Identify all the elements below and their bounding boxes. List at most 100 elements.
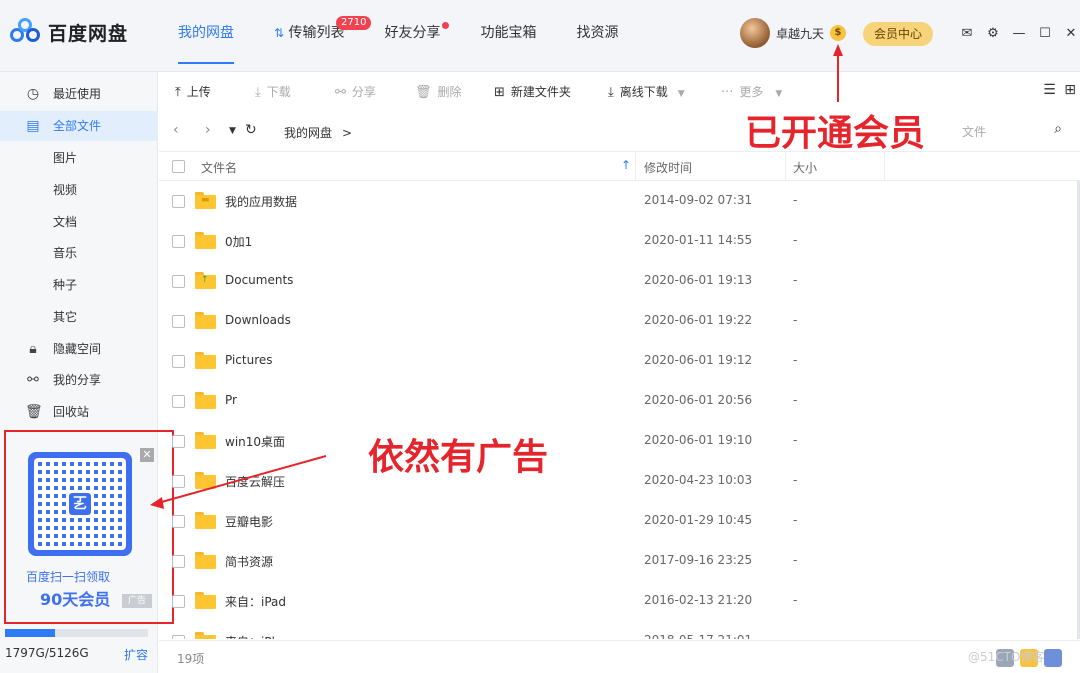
more-button[interactable]: ··· 更多 ▼ — [721, 83, 782, 100]
folder-icon — [195, 592, 216, 609]
search-icon[interactable]: ⌕ — [1054, 121, 1062, 137]
table-row[interactable]: 来自：iPad 2016-02-13 21:20 - — [159, 581, 1077, 621]
delete-button[interactable]: 🗑︎ 删除 — [415, 83, 462, 100]
sidebar-item-recycle-bin[interactable]: 🗑︎ 回收站 — [0, 397, 158, 427]
file-name[interactable]: 简书资源 — [225, 553, 273, 570]
ad-close-icon[interactable]: ✕ — [140, 448, 154, 462]
history-dropdown-icon[interactable]: ▼ — [229, 126, 236, 136]
row-checkbox[interactable] — [172, 315, 185, 328]
chat-icon[interactable] — [1044, 649, 1062, 667]
table-row[interactable]: ▬ 我的应用数据 2014-09-02 07:31 - — [159, 181, 1077, 221]
grid-view-icon[interactable]: ⊞ — [1064, 82, 1076, 98]
new-folder-button[interactable]: ⊞ 新建文件夹 — [494, 83, 571, 100]
table-row[interactable]: 0加1 2020-01-11 14:55 - — [159, 221, 1077, 261]
mail-icon[interactable]: ✉ — [955, 24, 979, 44]
folder-icon — [195, 432, 216, 449]
column-divider[interactable] — [785, 152, 786, 180]
table-row[interactable]: Downloads 2020-06-01 19:22 - — [159, 301, 1077, 341]
file-modified-time: 2020-06-01 19:10 — [644, 433, 753, 447]
file-name[interactable]: Documents — [225, 273, 293, 287]
sidebar-item-documents[interactable]: 文档 — [0, 207, 158, 237]
row-checkbox[interactable] — [172, 275, 185, 288]
share-button[interactable]: ⚯ 分享 — [335, 83, 376, 100]
table-row[interactable]: 简书资源 2017-09-16 23:25 - — [159, 541, 1077, 581]
table-row[interactable]: 豆瓣电影 2020-01-29 10:45 - — [159, 501, 1077, 541]
table-row[interactable]: win10桌面 2020-06-01 19:10 - — [159, 421, 1077, 461]
nav-transfer-list[interactable]: ⇅ 传输列表 2710 — [266, 0, 372, 72]
sidebar-item-my-shares[interactable]: ⚯ 我的分享 — [0, 365, 158, 395]
sidebar-item-other[interactable]: 其它 — [0, 302, 158, 332]
row-checkbox[interactable] — [172, 395, 185, 408]
table-row[interactable]: ↑ Documents 2020-06-01 19:13 - — [159, 261, 1077, 301]
file-name[interactable]: 百度云解压 — [225, 473, 285, 490]
file-modified-time: 2020-06-01 19:12 — [644, 353, 753, 367]
download-button[interactable]: ⤓ 下载 — [255, 83, 291, 100]
sidebar-item-hidden-space[interactable]: 🔒︎ 隐藏空间 — [0, 334, 158, 364]
sidebar-item-recent[interactable]: ◷ 最近使用 — [0, 79, 158, 109]
sidebar-item-label: 隐藏空间 — [53, 342, 102, 356]
sort-list-icon[interactable]: ☰ — [1043, 82, 1056, 98]
folder-icon — [195, 472, 216, 489]
breadcrumb[interactable]: 我的网盘 > — [284, 124, 352, 141]
file-modified-time: 2020-01-11 14:55 — [644, 233, 753, 247]
sidebar-item-torrents[interactable]: 种子 — [0, 270, 158, 300]
select-all-checkbox[interactable] — [172, 160, 185, 173]
column-modified[interactable]: 修改时间 — [644, 159, 692, 176]
column-size[interactable]: 大小 — [793, 159, 817, 176]
maximize-icon[interactable]: ☐ — [1033, 24, 1057, 44]
row-checkbox[interactable] — [172, 435, 185, 448]
row-checkbox[interactable] — [172, 635, 185, 639]
row-checkbox[interactable] — [172, 555, 185, 568]
nav-my-disk[interactable]: 我的网盘 — [170, 0, 242, 72]
nav-friend-share[interactable]: 好友分享 — [377, 0, 449, 72]
file-name[interactable]: 豆瓣电影 — [225, 513, 273, 530]
column-divider[interactable] — [635, 152, 636, 180]
user-info[interactable]: 卓越九天 $ — [740, 18, 847, 48]
avatar[interactable] — [740, 18, 770, 48]
table-row[interactable]: 来自：iPhone 2018-05-17 21:01 - — [159, 621, 1077, 639]
table-row[interactable]: Pr 2020-06-01 20:56 - — [159, 381, 1077, 421]
back-icon[interactable]: ‹ — [173, 122, 179, 138]
vip-center-button[interactable]: 会员中心 — [863, 22, 933, 46]
search-input[interactable]: 文件 ⌕ — [924, 118, 1074, 144]
nav-toolbox[interactable]: 功能宝箱 — [473, 0, 545, 72]
row-checkbox[interactable] — [172, 235, 185, 248]
ad-banner[interactable]: 㐉 ✕ 百度扫一扫领取 90天会员 广告 — [4, 430, 174, 624]
sidebar-item-music[interactable]: 音乐 — [0, 238, 158, 268]
file-name[interactable]: 来自：iPad — [225, 593, 286, 610]
chevron-down-icon: ▼ — [775, 89, 783, 99]
file-name[interactable]: Pictures — [225, 353, 273, 367]
file-name[interactable]: 来自：iPhone — [225, 633, 302, 639]
table-row[interactable]: Pictures 2020-06-01 19:12 - — [159, 341, 1077, 381]
gear-icon[interactable]: ⚙ — [981, 24, 1005, 44]
row-checkbox[interactable] — [172, 515, 185, 528]
sidebar-item-all-files[interactable]: ▤ 全部文件 — [0, 111, 158, 141]
sidebar-item-label: 全部文件 — [53, 119, 102, 133]
file-name[interactable]: 我的应用数据 — [225, 193, 297, 210]
row-checkbox[interactable] — [172, 355, 185, 368]
column-divider[interactable] — [884, 152, 885, 180]
forward-icon[interactable]: › — [205, 122, 211, 138]
minimize-icon[interactable]: — — [1007, 24, 1031, 44]
close-icon[interactable]: ✕ — [1059, 24, 1080, 44]
sidebar-item-videos[interactable]: 视频 — [0, 175, 158, 205]
nav-find-resources[interactable]: 找资源 — [569, 0, 627, 72]
upload-button[interactable]: ⤒ 上传 — [175, 83, 211, 100]
sidebar-item-images[interactable]: 图片 — [0, 143, 158, 173]
row-checkbox[interactable] — [172, 475, 185, 488]
refresh-icon[interactable]: ↻ — [245, 122, 257, 138]
chevron-down-icon[interactable]: ▼ — [678, 89, 685, 99]
sort-ascending-icon[interactable]: ↑ — [621, 158, 631, 172]
file-name[interactable]: 0加1 — [225, 233, 252, 250]
offline-download-button[interactable]: ⤓ 离线下载 ▼ — [608, 83, 685, 100]
expand-storage-link[interactable]: 扩容 — [124, 646, 148, 663]
file-name[interactable]: Downloads — [225, 313, 291, 327]
app-logo[interactable]: 百度网盘 — [10, 18, 128, 46]
file-name[interactable]: Pr — [225, 393, 237, 407]
file-size: - — [793, 313, 798, 327]
column-name[interactable]: 文件名 — [201, 159, 237, 176]
file-name[interactable]: win10桌面 — [225, 433, 285, 450]
row-checkbox[interactable] — [172, 595, 185, 608]
table-row[interactable]: 百度云解压 2020-04-23 10:03 - — [159, 461, 1077, 501]
row-checkbox[interactable] — [172, 195, 185, 208]
